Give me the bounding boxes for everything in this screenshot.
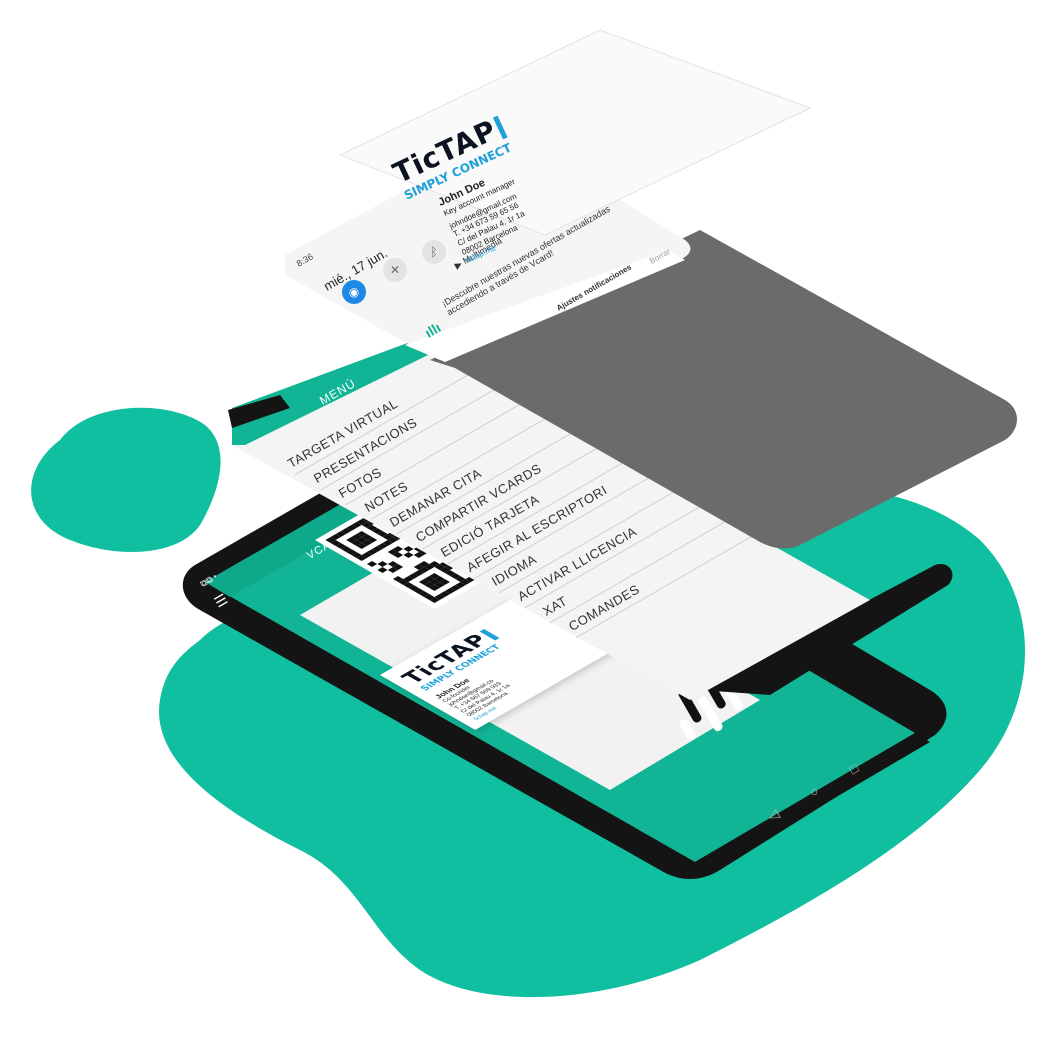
illustration-stage: VCARD ☰ ⧉⧉◔ TicTAP SIMPLY CONNECT John D… xyxy=(0,0,1050,1050)
